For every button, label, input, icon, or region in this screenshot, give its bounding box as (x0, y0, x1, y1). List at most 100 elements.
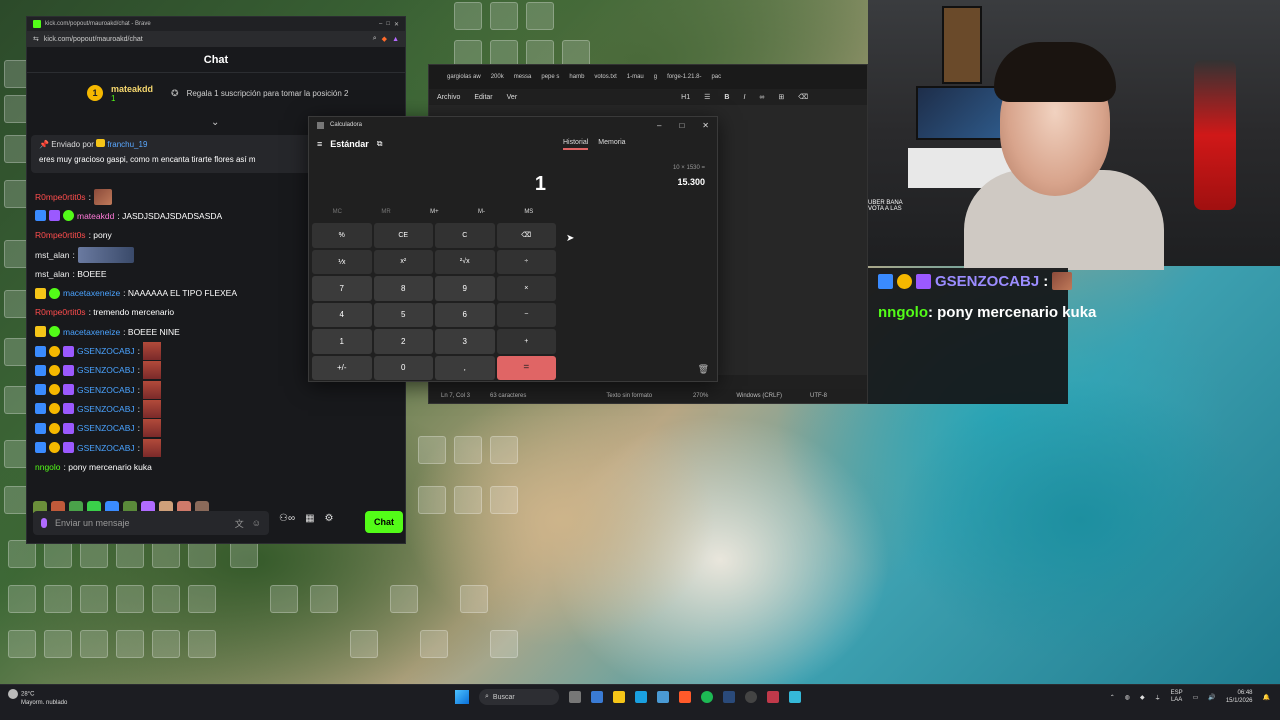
network-icon[interactable]: ▭ (1193, 694, 1199, 701)
notepad-tab[interactable]: hamb (569, 74, 584, 80)
notepad-tab[interactable]: pac (711, 74, 721, 80)
negate-button[interactable]: +/- (312, 355, 372, 380)
taskbar-search[interactable]: ⌕ Buscar (479, 689, 559, 705)
username[interactable]: GSENZOCABJ (77, 423, 135, 433)
equals-button[interactable]: = (496, 355, 556, 380)
notepad-tab[interactable]: gargiolas aw (447, 74, 481, 80)
desktop-icon[interactable] (116, 540, 144, 568)
digit-8-button[interactable]: 8 (373, 276, 433, 301)
chat-message-input[interactable]: Enviar un mensaje 文 ☺ (33, 511, 269, 535)
memory-recall-button[interactable]: MR (381, 209, 390, 215)
close-icon[interactable]: ✕ (394, 21, 399, 28)
link-icon[interactable]: ∞ (759, 94, 764, 101)
after-effects-icon[interactable] (418, 436, 446, 464)
pinned-message[interactable]: 📌 Enviado por franchu_19 eres muy gracio… (31, 135, 317, 173)
folder-icon[interactable] (152, 630, 180, 658)
username[interactable]: macetaxeneize (63, 327, 120, 337)
clear-button[interactable]: C (435, 223, 495, 248)
collapse-chevron-icon[interactable]: ⌄ (211, 117, 219, 128)
desktop-icon[interactable] (230, 540, 258, 568)
desktop-icon[interactable] (44, 630, 72, 658)
desktop-icon[interactable] (460, 585, 488, 613)
tray-chevron-icon[interactable]: ⌃ (1110, 694, 1115, 701)
desktop-icon[interactable] (454, 436, 482, 464)
username[interactable]: GSENZOCABJ (77, 443, 135, 453)
close-icon[interactable]: ✕ (702, 121, 709, 130)
maximize-icon[interactable]: □ (386, 21, 390, 27)
desktop-icon[interactable] (418, 486, 446, 514)
memory-clear-button[interactable]: MC (333, 209, 342, 215)
digit-7-button[interactable]: 7 (312, 276, 372, 301)
minimize-icon[interactable]: – (379, 21, 382, 27)
desktop-icon[interactable] (116, 585, 144, 613)
store-icon[interactable]: ▦ (305, 513, 314, 524)
menu-editar[interactable]: Editar (474, 94, 492, 101)
square-button[interactable]: x² (373, 249, 433, 274)
file-explorer-icon[interactable] (613, 691, 625, 703)
address-bar[interactable]: ⇆ kick.com/popout/mauroakd/chat ⌕ ◆ ▲ (27, 31, 405, 47)
notifications-icon[interactable]: 🔔 (1263, 694, 1270, 701)
history-result[interactable]: 15.300 (677, 177, 705, 187)
brave-icon[interactable] (679, 691, 691, 703)
folder-icon[interactable] (8, 630, 36, 658)
tray-app-icon[interactable]: ◍ (1125, 694, 1130, 701)
username[interactable]: GSENZOCABJ (77, 346, 135, 356)
desktop-icon[interactable] (490, 486, 518, 514)
translate-icon[interactable]: 文 (235, 517, 244, 530)
multiply-button[interactable]: × (496, 276, 556, 301)
delete-history-icon[interactable]: 🗑 (698, 364, 709, 375)
edge-icon[interactable] (635, 691, 647, 703)
desktop-icon[interactable] (350, 630, 378, 658)
desktop-icon[interactable] (490, 630, 518, 658)
brave-rewards-icon[interactable]: ▲ (392, 36, 399, 43)
digit-4-button[interactable]: 4 (312, 302, 372, 327)
notepad-tab[interactable]: 200k (491, 74, 504, 80)
desktop-icon[interactable] (188, 585, 216, 613)
input-placeholder[interactable]: Enviar un mensaje (55, 518, 227, 528)
desktop-icon[interactable] (270, 585, 298, 613)
desktop-icon[interactable] (454, 2, 482, 30)
browser-tab-title[interactable]: kick.com/popout/mauroakd/chat - Brave (45, 21, 151, 27)
desktop-icon[interactable] (116, 630, 144, 658)
obs-icon[interactable] (745, 691, 757, 703)
usb-icon[interactable]: ⏚ (1155, 693, 1161, 702)
start-windows-icon[interactable] (455, 690, 469, 704)
zoom-icon[interactable]: ⌕ (373, 35, 377, 43)
decimal-button[interactable]: , (435, 355, 495, 380)
square-root-button[interactable]: ²√x (435, 249, 495, 274)
top-gifter-banner[interactable]: 1 mateakdd 1 ✪ Regala 1 suscripción para… (27, 73, 405, 113)
tab-historial[interactable]: Historial (563, 139, 589, 150)
desktop-icon[interactable] (152, 540, 180, 568)
tab-memoria[interactable]: Memoria (598, 139, 625, 150)
settings-gear-icon[interactable]: ⚙ (325, 513, 334, 524)
desktop-icon[interactable] (80, 585, 108, 613)
digit-5-button[interactable]: 5 (373, 302, 433, 327)
username[interactable]: nngolo (35, 462, 61, 472)
username[interactable]: GSENZOCABJ (77, 404, 135, 414)
memory-subtract-button[interactable]: M- (478, 209, 485, 215)
notepad-tab[interactable]: 1-mau (627, 74, 644, 80)
digit-0-button[interactable]: 0 (373, 355, 433, 380)
desktop-icon[interactable] (188, 540, 216, 568)
desktop-icon[interactable] (490, 436, 518, 464)
list-icon[interactable]: ☰ (704, 93, 710, 101)
widgets-icon[interactable] (591, 691, 603, 703)
keep-on-top-icon[interactable]: ⧉ (377, 139, 383, 149)
clear-entry-button[interactable]: CE (373, 223, 433, 248)
desktop-icon[interactable] (420, 630, 448, 658)
desktop-icon[interactable] (188, 630, 216, 658)
desktop-icon[interactable] (8, 585, 36, 613)
app-icon[interactable] (767, 691, 779, 703)
microphone-icon[interactable] (41, 518, 47, 528)
folder-icon[interactable] (44, 585, 72, 613)
heading-select[interactable]: H1 (681, 94, 690, 101)
divide-button[interactable]: ÷ (496, 249, 556, 274)
digit-6-button[interactable]: 6 (435, 302, 495, 327)
bold-icon[interactable]: B (724, 94, 729, 101)
username[interactable]: mst_alan (35, 269, 70, 279)
username[interactable]: R0mpe0rtit0s (35, 192, 86, 202)
memory-store-button[interactable]: MS (524, 209, 533, 215)
calculator-icon[interactable] (657, 691, 669, 703)
percent-button[interactable]: % (312, 223, 372, 248)
site-info-icon[interactable]: ⇆ (33, 35, 39, 43)
